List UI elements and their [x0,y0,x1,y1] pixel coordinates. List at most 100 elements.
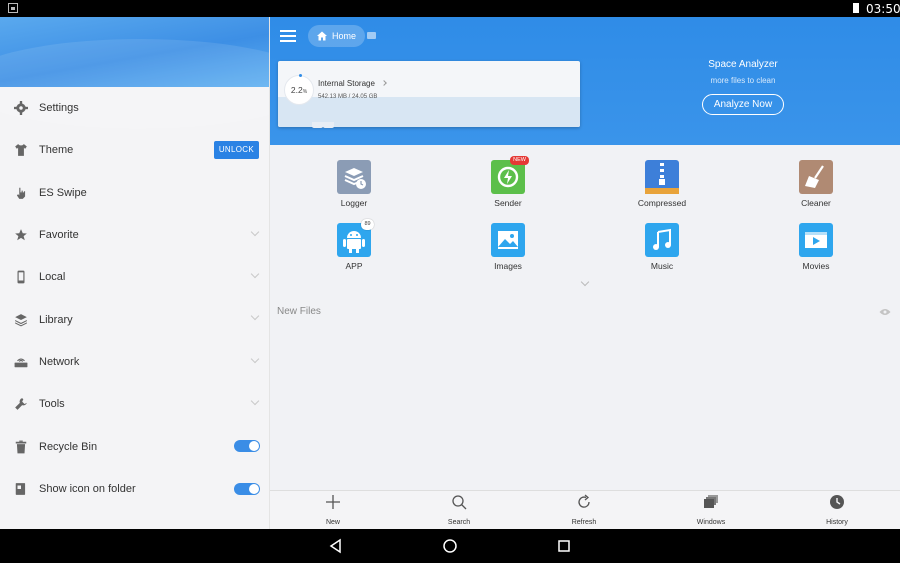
toolbar-windows[interactable]: Windows [671,494,751,526]
compressed-icon [645,160,679,194]
drawer-item-favorite[interactable]: Favorite [0,214,269,256]
music-icon [645,223,679,257]
category-label: Music [650,261,674,271]
category-images[interactable]: Images [468,223,548,271]
folder-icon [15,482,26,495]
drawer-item-library[interactable]: Library [0,298,269,340]
breadcrumb-label: Home [332,31,357,41]
storage-size: 542.13 MB / 24.05 GB [318,94,378,100]
cleaner-icon [799,160,833,194]
app-count-badge: 89 [361,219,374,230]
app-header: Home 2.2% Internal Storage 542.13 MB / 2… [270,17,900,145]
drawer-item-es-swipe[interactable]: ES Swipe [0,172,269,214]
toolbar-label: History [826,519,848,526]
category-sender[interactable]: NEW Sender [468,156,548,208]
home-circle-icon[interactable] [442,538,458,554]
back-triangle-icon[interactable] [328,538,344,554]
storage-percent: 2.2 [290,85,303,95]
category-movies[interactable]: Movies [776,223,856,271]
analyze-now-button[interactable]: Analyze Now [701,94,785,115]
system-navigation-bar [0,529,900,563]
drawer-item-label: Network [39,355,80,368]
recents-square-icon[interactable] [556,538,572,554]
usage-indicator [299,74,302,77]
refresh-icon [578,494,590,508]
chevron-down-icon[interactable] [250,312,260,321]
recycle-bin-toggle[interactable] [234,440,260,453]
chevron-down-icon[interactable] [250,269,260,279]
category-compressed[interactable]: Compressed [622,160,702,208]
drawer-item-settings[interactable]: Settings [0,87,269,129]
logger-icon [337,160,371,194]
bottom-toolbar: New Search Refresh Windows History [270,490,900,529]
drawer-item-label: Local [39,271,66,284]
category-logger[interactable]: Logger [314,160,394,208]
toolbar-refresh[interactable]: Refresh [544,494,624,526]
drawer-item-label: ES Swipe [39,186,87,199]
app-window: Settings Theme UNLOCK ES Swipe Favorite … [0,17,900,529]
drawer-item-network[interactable]: Network [0,341,269,383]
status-time: 03:50 [866,2,900,16]
analyzer-subtitle: more files to clean [710,76,776,85]
swipe-hand-icon [16,187,26,199]
drawer-item-show-icon-on-folder[interactable]: Show icon on folder [0,468,269,510]
drawer-item-label: Settings [39,102,79,115]
drawer-item-label: Favorite [39,229,79,242]
menu-icon[interactable] [280,30,296,42]
category-label: Cleaner [801,198,831,208]
settings-gear-icon [14,101,28,116]
toolbar-label: New [325,519,340,526]
layers-icon [15,313,27,327]
category-label: APP [345,261,363,271]
wrench-icon [15,398,27,411]
chevron-down-icon[interactable] [250,354,260,364]
new-files-heading: New Files [277,306,321,317]
search-icon [452,495,467,510]
eye-icon[interactable] [879,308,891,316]
chevron-down-icon[interactable] [250,396,260,406]
internal-storage-card[interactable]: 2.2% Internal Storage 542.13 MB / 24.05 … [278,61,580,127]
trash-icon [15,440,27,453]
expand-chevron-icon[interactable] [580,277,590,287]
space-analyzer: Space Analyzer more files to clean Analy… [675,59,811,115]
category-app[interactable]: 89 APP [314,219,394,271]
plus-icon [326,495,340,509]
drawer-item-label: Theme [39,144,74,157]
status-bar: 03:50 [0,0,900,17]
home-icon [317,31,327,41]
toolbar-label: Search [447,519,471,526]
chevron-down-icon[interactable] [250,227,260,237]
drawer-item-label: Show icon on folder [39,482,136,495]
toolbar-search[interactable]: Search [419,494,499,526]
images-icon [491,223,525,257]
app-icon: 89 [337,219,374,257]
drawer-item-label: Library [39,313,73,326]
unlock-button[interactable]: UNLOCK [213,141,259,160]
drawer-item-local[interactable]: Local [0,256,269,298]
window-tab-icon[interactable] [367,32,376,39]
toolbar-label: Refresh [571,519,597,526]
star-icon [15,229,27,241]
breadcrumb-home[interactable]: Home [308,25,366,47]
drawer-item-tools[interactable]: Tools [0,383,269,425]
sender-icon: NEW [491,156,529,194]
category-label: Logger [340,198,368,208]
movies-icon [799,223,833,257]
phone-icon [17,270,25,284]
card-page-indicator [312,122,323,128]
show-icon-toggle[interactable] [234,482,260,495]
drawer-list: Settings Theme UNLOCK ES Swipe Favorite … [0,87,269,510]
category-cleaner[interactable]: Cleaner [776,160,856,208]
category-music[interactable]: Music [622,223,702,271]
chevron-right-icon [381,80,387,86]
history-clock-icon [830,495,844,509]
windows-icon [704,495,718,508]
drawer-item-recycle-bin[interactable]: Recycle Bin [0,425,269,467]
drawer-item-theme[interactable]: Theme UNLOCK [0,129,269,171]
storage-percent-unit: % [302,89,308,95]
category-label: Images [494,261,522,271]
toolbar-new[interactable]: New [293,494,373,526]
tshirt-icon [15,144,27,157]
toolbar-history[interactable]: History [797,494,877,526]
storage-title: Internal Storage [318,79,375,88]
